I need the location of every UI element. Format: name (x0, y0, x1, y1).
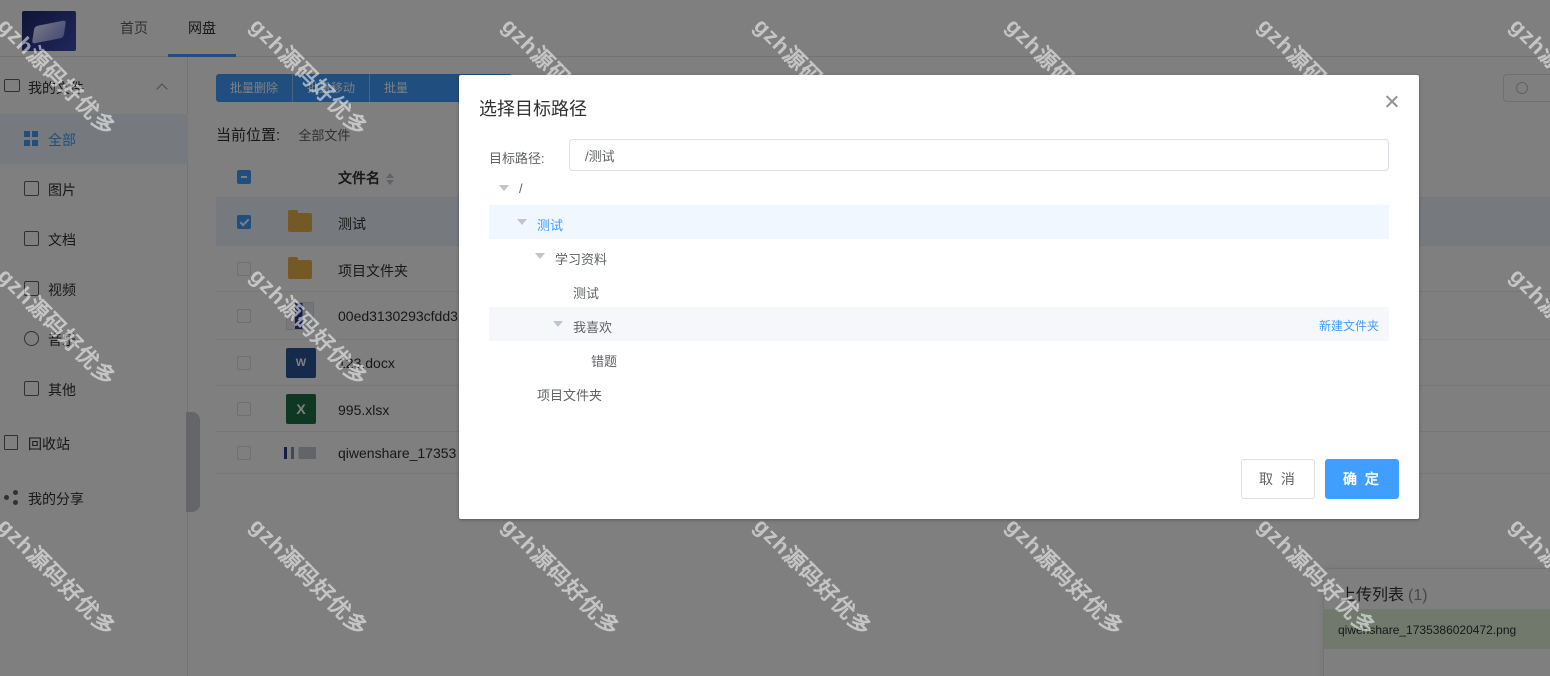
tree-node-like[interactable]: 我喜欢 新建文件夹 (489, 307, 1389, 341)
cancel-button[interactable]: 取 消 (1241, 459, 1315, 499)
tree-node-root[interactable]: / (489, 171, 1389, 205)
target-path-input[interactable] (569, 139, 1389, 171)
target-path-label: 目标路径: (489, 151, 545, 166)
close-icon[interactable] (1385, 95, 1399, 109)
tree-node-label: / (519, 181, 523, 196)
caret-down-icon[interactable] (553, 321, 563, 327)
tree-node-label: 测试 (537, 218, 564, 233)
tree-node-label: 测试 (573, 286, 600, 301)
tree-node-label: 错题 (591, 354, 618, 369)
tree-node-label: 我喜欢 (573, 320, 613, 335)
new-folder-link[interactable]: 新建文件夹 (1319, 317, 1379, 334)
tree-node-mistakes[interactable]: 错题 (489, 341, 1389, 375)
dialog-title: 选择目标路径 (479, 99, 587, 119)
tree-node-project[interactable]: 项目文件夹 (489, 375, 1389, 409)
tree-node-label: 学习资料 (555, 252, 608, 267)
confirm-button[interactable]: 确 定 (1325, 459, 1399, 499)
select-path-dialog: 选择目标路径 目标路径: / 测试 学习资料 测试 我喜欢 新建文件夹 错题 项… (459, 75, 1419, 519)
tree-node-study[interactable]: 学习资料 (489, 239, 1389, 273)
caret-down-icon[interactable] (499, 185, 509, 191)
tree-node-test-child[interactable]: 测试 (489, 273, 1389, 307)
caret-down-icon[interactable] (517, 219, 527, 225)
caret-down-icon[interactable] (535, 253, 545, 259)
tree-node-label: 项目文件夹 (537, 388, 603, 403)
tree-node-test[interactable]: 测试 (489, 205, 1389, 239)
